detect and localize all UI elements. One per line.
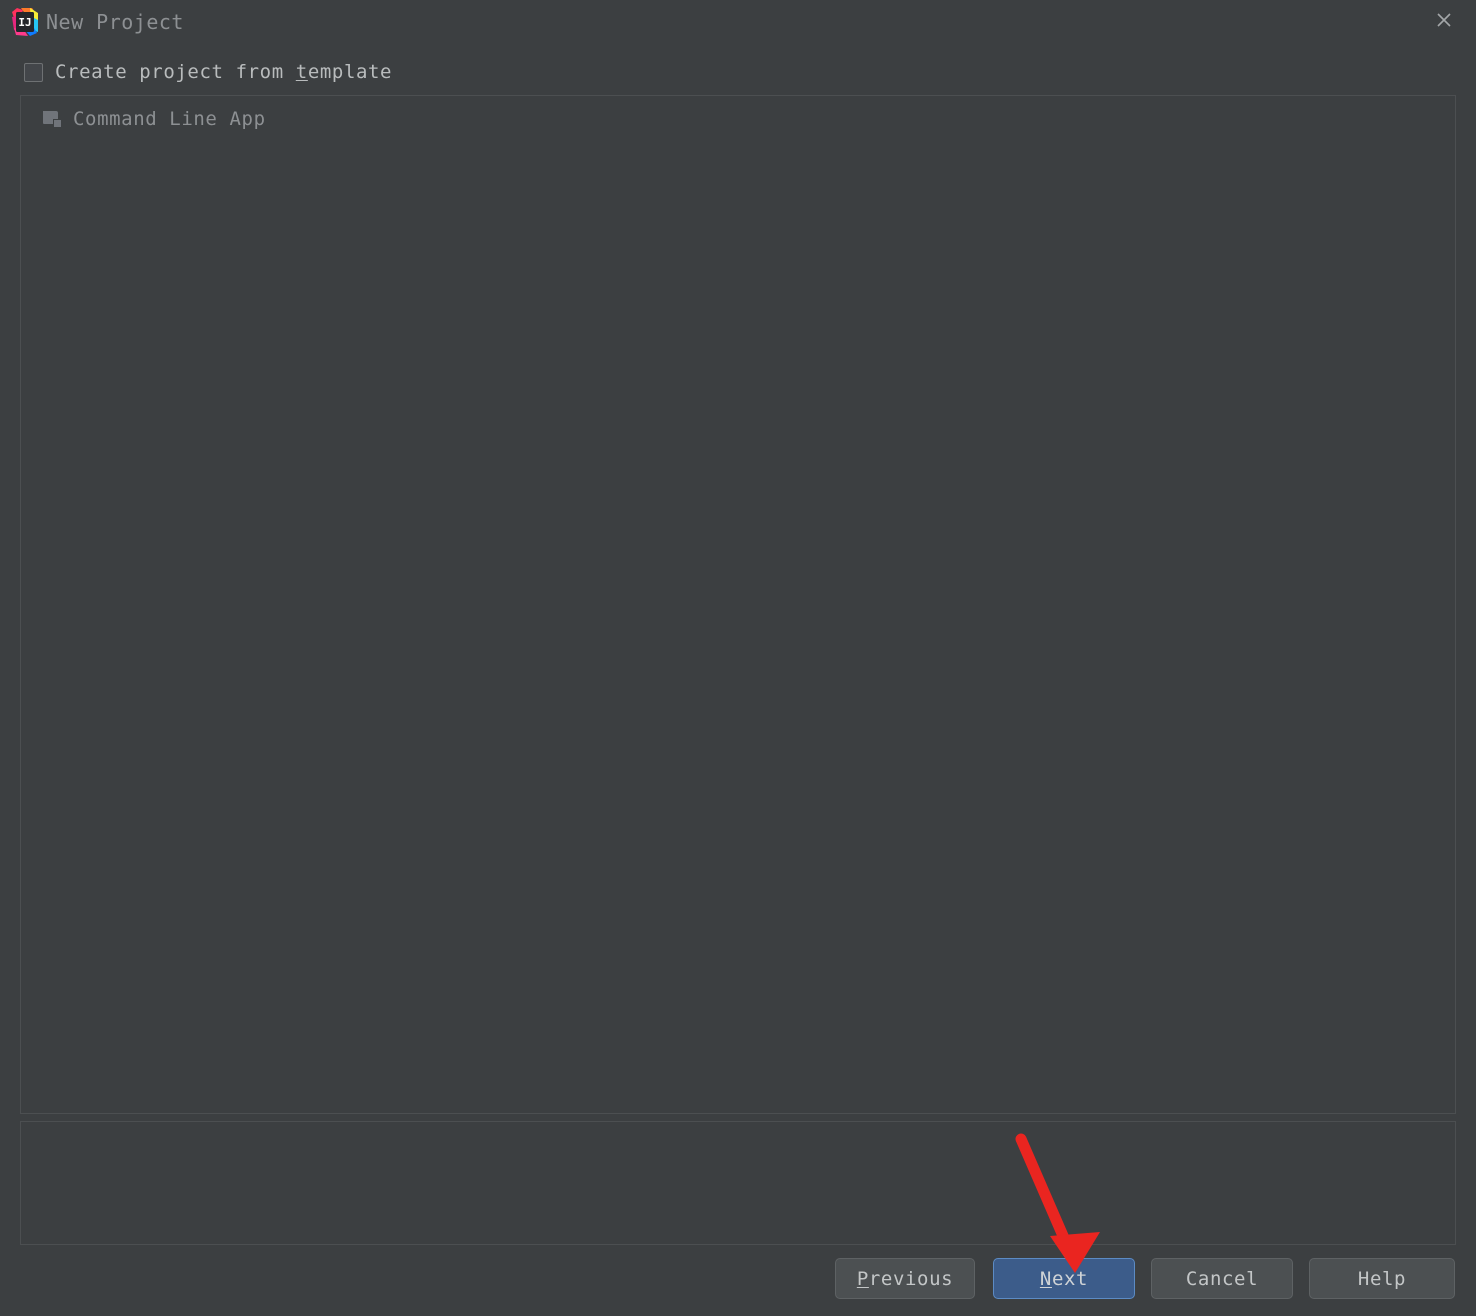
previous-button-mnemonic: P [856, 1267, 869, 1290]
next-button-mnemonic: N [1039, 1267, 1052, 1290]
checkbox-label-suffix: emplate [307, 61, 393, 83]
dialog-title: New Project [46, 10, 184, 34]
template-description-panel [20, 1121, 1456, 1245]
cancel-button[interactable]: Cancel [1151, 1258, 1293, 1299]
dialog-button-bar: Previous Next Cancel Help [0, 1258, 1476, 1306]
checkbox-label-prefix: Create project from [55, 61, 296, 83]
checkbox-label-mnemonic: t [295, 61, 308, 83]
list-item[interactable]: Command Line App [43, 106, 266, 132]
next-button[interactable]: Next [993, 1258, 1135, 1299]
template-list-panel[interactable]: Command Line App [20, 95, 1456, 1114]
folder-icon [43, 110, 63, 128]
dialog-titlebar: IJ New Project [0, 0, 1476, 44]
next-button-label: ext [1051, 1267, 1089, 1290]
list-item-label: Command Line App [73, 108, 266, 130]
create-project-from-template-checkbox[interactable] [24, 62, 43, 82]
help-button[interactable]: Help [1309, 1258, 1455, 1299]
previous-button-label: revious [868, 1267, 954, 1290]
svg-text:IJ: IJ [18, 16, 31, 29]
create-project-from-template-checkbox-row[interactable]: Create project from template [24, 58, 392, 86]
intellij-idea-logo-icon: IJ [12, 8, 38, 36]
close-icon[interactable] [1430, 6, 1458, 34]
create-project-from-template-label: Create project from template [55, 59, 392, 85]
previous-button[interactable]: Previous [835, 1258, 975, 1299]
